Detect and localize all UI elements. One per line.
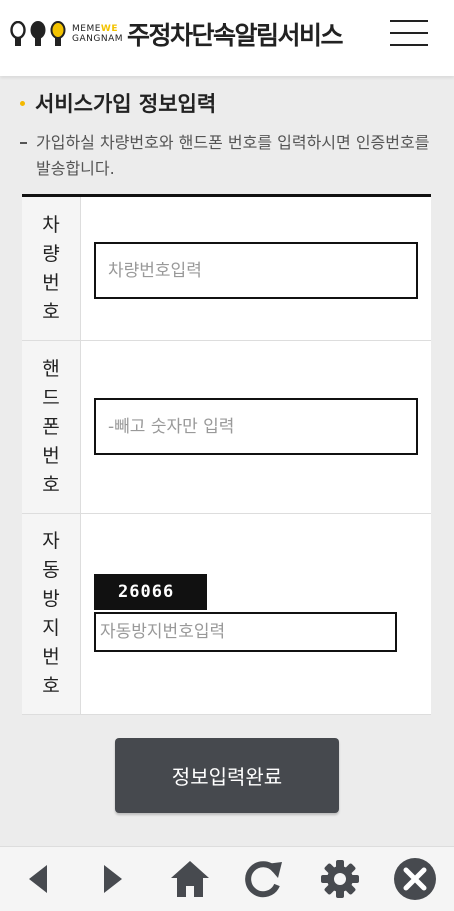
app-header: MEMEWE GANGNAM 주정차단속알림서비스 xyxy=(0,0,454,76)
submit-button[interactable]: 정보입력완료 xyxy=(115,738,339,813)
forward-icon[interactable] xyxy=(91,857,135,901)
captcha-image: 26066 xyxy=(94,574,207,610)
app-title: 주정차단속알림서비스 xyxy=(127,21,344,50)
home-icon[interactable] xyxy=(168,857,212,901)
label-cell: 자동방지번호 xyxy=(22,514,81,714)
value-cell: 26066 xyxy=(81,514,431,714)
close-icon[interactable] xyxy=(393,857,437,901)
back-icon[interactable] xyxy=(16,857,60,901)
logo[interactable]: MEMEWE GANGNAM 주정차단속알림서비스 xyxy=(10,16,344,52)
phone-number-label: 핸드폰번호 xyxy=(42,357,60,496)
refresh-icon[interactable] xyxy=(241,857,285,901)
label-cell: 차량번호 xyxy=(22,197,81,340)
signup-form: 차량번호 핸드폰번호 자동방지번호 26066 xyxy=(22,194,431,715)
captcha-label: 자동방지번호 xyxy=(42,530,60,697)
form-row-captcha: 자동방지번호 26066 xyxy=(22,514,431,715)
form-row-vehicle: 차량번호 xyxy=(22,197,431,341)
phone-number-input[interactable] xyxy=(94,398,418,455)
section-title-text: 서비스가입 정보입력 xyxy=(35,92,217,116)
bulb-filled-icon xyxy=(30,21,46,46)
label-cell: 핸드폰번호 xyxy=(22,341,81,513)
bulb-yellow-icon xyxy=(50,21,66,46)
value-cell xyxy=(81,197,431,340)
captcha-input[interactable] xyxy=(94,612,397,652)
value-cell xyxy=(81,341,431,513)
bottom-navbar xyxy=(0,846,454,911)
section-description: 가입하실 차량번호와 핸드폰 번호를 입력하시면 인증번호를 발송합니다. xyxy=(20,130,434,182)
settings-icon[interactable] xyxy=(318,857,362,901)
hamburger-menu-icon[interactable] xyxy=(390,20,428,48)
vehicle-number-input[interactable] xyxy=(94,242,418,299)
bulb-outline-icon xyxy=(10,21,26,46)
bullet-dot-icon xyxy=(20,100,25,106)
logo-wordmark: MEMEWE GANGNAM xyxy=(72,24,123,44)
section-title: 서비스가입 정보입력 xyxy=(20,88,216,118)
vehicle-number-label: 차량번호 xyxy=(42,213,60,323)
form-row-phone: 핸드폰번호 xyxy=(22,341,431,514)
description-text: 가입하실 차량번호와 핸드폰 번호를 입력하시면 인증번호를 발송합니다. xyxy=(36,133,430,178)
dash-bullet-icon xyxy=(20,142,27,144)
